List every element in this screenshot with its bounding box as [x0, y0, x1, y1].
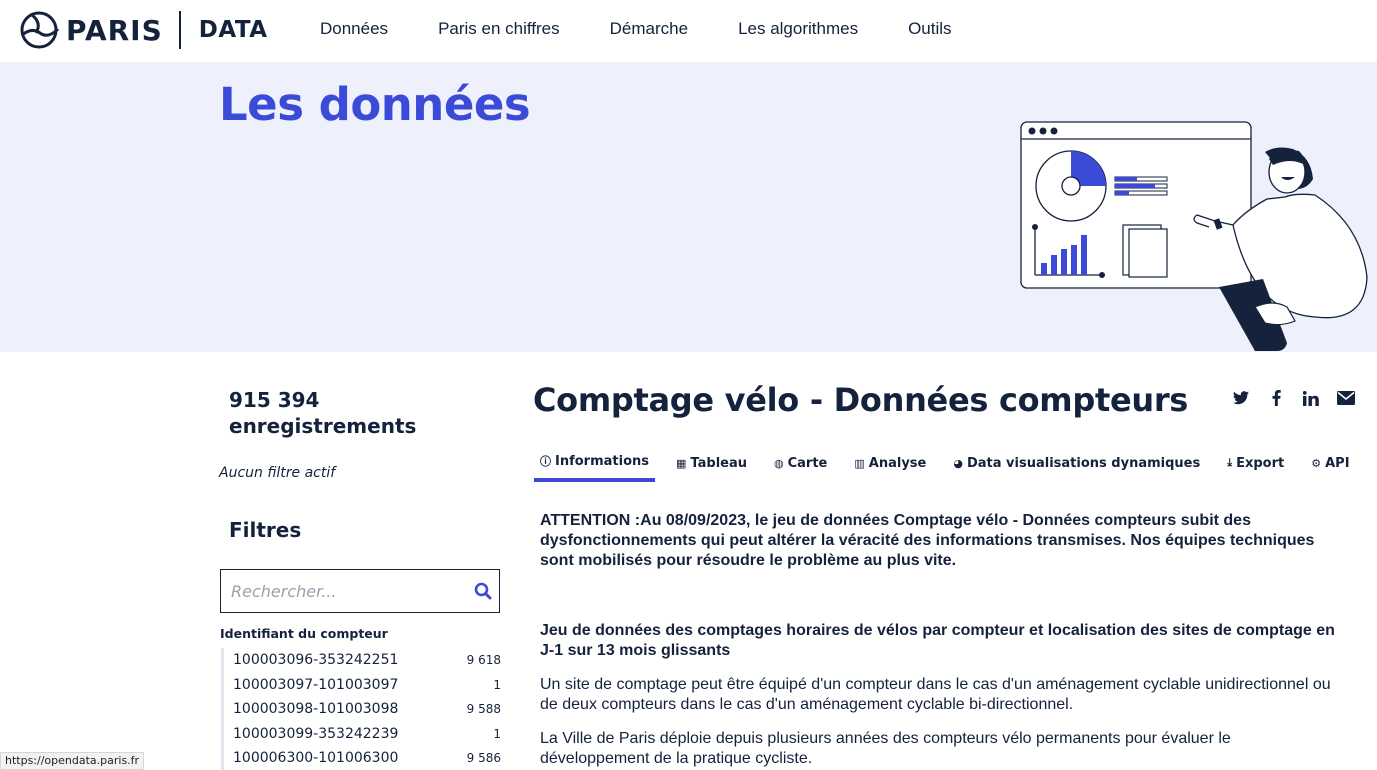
filter-search-input[interactable]: [221, 570, 471, 612]
facet-count: 9 588: [466, 702, 501, 717]
tab-export[interactable]: ⤓ Export: [1221, 444, 1290, 482]
facet-list: 100003096-353242251 9 618 100003097-1010…: [221, 648, 501, 770]
facet-count: 1: [493, 677, 501, 692]
facet-title-identifiant: Identifiant du compteur: [220, 626, 388, 641]
dashboard-illustration: [1020, 121, 1368, 351]
logo-data-text: DATA: [198, 17, 268, 43]
facet-count: 9 586: [466, 751, 501, 766]
filters-heading: Filtres: [229, 518, 302, 542]
nav-item-demarche[interactable]: Démarche: [610, 19, 688, 39]
warning-notice: ATTENTION :Au 08/09/2023, le jeu de donn…: [540, 512, 1315, 569]
main-nav: Données Paris en chiffres Démarche Les a…: [320, 19, 1002, 39]
paris-data-logo[interactable]: PARIS DATA: [18, 10, 268, 50]
gears-icon: ⚙: [1311, 456, 1322, 470]
top-navigation-bar: PARIS DATA Données Paris en chiffres Dém…: [0, 0, 1377, 62]
facet-value: 100003099-353242239: [233, 725, 399, 742]
share-links: [1232, 389, 1372, 407]
dataset-tabs: ⓘ Informations ▦ Tableau ◍ Carte ▥ Analy…: [534, 444, 1371, 482]
hero-banner: Les données: [0, 62, 1377, 352]
tab-label: Analyse: [868, 455, 927, 471]
facet-value: 100006300-101006300: [233, 750, 399, 767]
active-filters-status: Aucun filtre actif: [219, 465, 336, 481]
tab-carte[interactable]: ◍ Carte: [768, 444, 833, 482]
facet-item[interactable]: 100003098-101003098 9 588: [224, 697, 501, 722]
tab-label: Tableau: [690, 455, 747, 471]
download-icon: ⤓: [1227, 456, 1233, 469]
table-icon: ▦: [676, 456, 687, 470]
description-paragraph: Un site de comptage peut être équipé d'u…: [540, 676, 1331, 713]
info-icon: ⓘ: [540, 455, 551, 468]
facet-value: 100003096-353242251: [233, 652, 399, 669]
twitter-icon[interactable]: [1232, 389, 1250, 407]
facebook-icon[interactable]: [1267, 389, 1285, 407]
paris-ship-logo-icon: [20, 11, 60, 49]
tab-label: Export: [1236, 455, 1285, 471]
facet-value: 100003097-101003097: [233, 676, 399, 693]
tab-informations[interactable]: ⓘ Informations: [534, 444, 656, 482]
tab-label: Informations: [555, 453, 650, 469]
dataset-title: Comptage vélo - Données compteurs: [533, 381, 1189, 419]
facet-count: 9 618: [466, 653, 501, 668]
logo-paris-text: PARIS: [66, 13, 163, 47]
nav-item-paris-en-chiffres[interactable]: Paris en chiffres: [438, 19, 560, 39]
tab-api[interactable]: ⚙ API: [1305, 444, 1355, 482]
tab-label: API: [1325, 455, 1350, 471]
page-title: Les données: [219, 78, 531, 131]
nav-item-les-algorithmes[interactable]: Les algorithmes: [738, 19, 858, 39]
facet-item[interactable]: 100003097-101003097 1: [224, 673, 501, 698]
record-count: 915 394 enregistrements: [229, 388, 417, 438]
nav-item-donnees[interactable]: Données: [320, 19, 388, 39]
description-paragraph: La Ville de Paris déploie depuis plusieu…: [540, 730, 1231, 767]
facet-count: 1: [493, 726, 501, 741]
tab-data-visualisations[interactable]: ◕ Data visualisations dynamiques: [947, 444, 1206, 482]
email-icon[interactable]: [1337, 389, 1355, 407]
tab-label: Data visualisations dynamiques: [966, 455, 1201, 471]
tab-label: Carte: [787, 455, 828, 471]
logo-separator: [178, 11, 181, 49]
linkedin-icon[interactable]: [1302, 389, 1320, 407]
facet-value: 100003098-101003098: [233, 701, 399, 718]
dashboard-icon: ◕: [953, 456, 963, 470]
facet-item[interactable]: 100003096-353242251 9 618: [224, 648, 501, 673]
browser-status-url: https://opendata.paris.fr: [0, 752, 145, 770]
description-lead: Jeu de données des comptages horaires de…: [540, 622, 1335, 659]
facet-item[interactable]: 100006300-101006300 9 586: [224, 746, 501, 770]
tab-analyse[interactable]: ▥ Analyse: [848, 444, 932, 482]
tab-tableau[interactable]: ▦ Tableau: [670, 444, 753, 482]
globe-icon: ◍: [774, 456, 784, 470]
nav-item-outils[interactable]: Outils: [908, 19, 951, 39]
filter-search-box: [220, 569, 500, 613]
facet-item[interactable]: 100003099-353242239 1: [224, 722, 501, 747]
search-icon[interactable]: [473, 581, 495, 603]
bar-chart-icon: ▥: [854, 456, 865, 470]
dataset-description: ATTENTION :Au 08/09/2023, le jeu de donn…: [540, 511, 1340, 769]
